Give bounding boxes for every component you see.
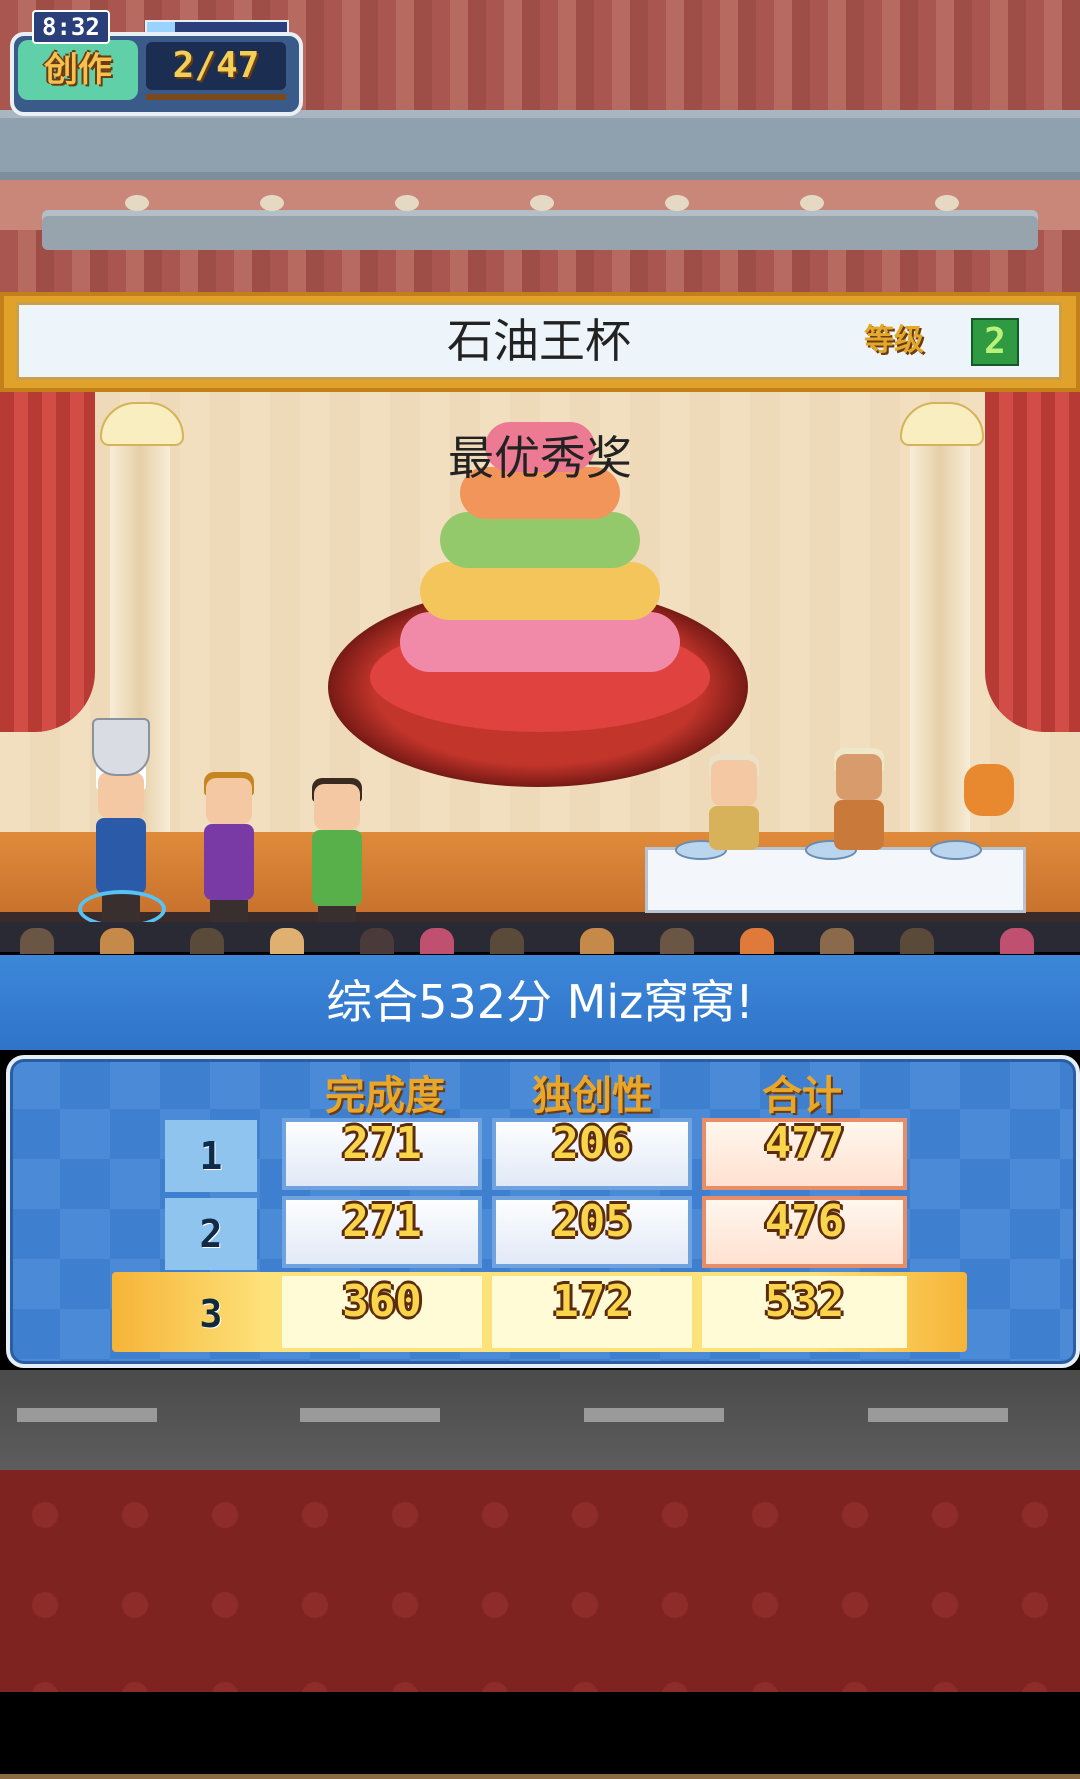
contest-banner: 石油王杯 等级 2 (0, 292, 1080, 392)
audience-head (740, 928, 774, 954)
ceiling-light-icon (935, 195, 959, 211)
audience-head (820, 928, 854, 954)
audience-head (420, 928, 454, 954)
result-summary: 综合532分 Miz窝窝! (326, 975, 754, 1029)
score-total: 476 (702, 1196, 907, 1268)
dish-tier-yellow (420, 562, 660, 620)
award-stage: 最优秀奖 (0, 392, 1080, 937)
rank-badge: 1 (165, 1120, 257, 1192)
score-completion: 271 (282, 1196, 482, 1268)
game-clock: 8:32 (32, 10, 110, 44)
judge-character (830, 748, 888, 850)
ceiling-light-icon (125, 195, 149, 211)
audience-head (270, 928, 304, 954)
road-strip (0, 1370, 1080, 1470)
result-header: 综合532分 Miz窝窝! (0, 955, 1080, 1050)
road-marking (584, 1408, 724, 1422)
plate-icon (930, 840, 982, 860)
dish-tier-pink (400, 612, 680, 672)
contest-banner-inner: 石油王杯 等级 2 (16, 302, 1062, 380)
ceiling-rail (42, 210, 1038, 250)
road-marking (300, 1408, 440, 1422)
carpet-floor (0, 1470, 1080, 1692)
audience-head (190, 928, 224, 954)
rank-badge-winner: 3 (199, 1292, 223, 1336)
top-hud[interactable]: 创作 2/47 8:32 (10, 8, 303, 116)
mascot-judge (958, 764, 1016, 824)
ceiling-beam (0, 110, 1080, 180)
ceiling-light-icon (260, 195, 284, 211)
award-title: 最优秀奖 (448, 431, 632, 485)
grade-label: 等级 (864, 323, 924, 358)
judge-character (705, 754, 763, 850)
ceiling-light-icon (530, 195, 554, 211)
header-originality: 独创性 (532, 1073, 652, 1119)
chef-character[interactable] (200, 772, 258, 928)
chef-character[interactable] (308, 778, 366, 934)
bottom-border (0, 1774, 1080, 1779)
progress-count: 2/47 (146, 42, 286, 90)
audience-head (100, 928, 134, 954)
ceiling-light-icon (665, 195, 689, 211)
header-total: 合计 (762, 1073, 842, 1119)
audience-head (900, 928, 934, 954)
rank-badge: 2 (165, 1198, 257, 1270)
progress-underline (146, 94, 286, 100)
hud-panel: 创作 2/47 (10, 32, 303, 116)
score-originality: 205 (492, 1196, 692, 1268)
score-originality: 172 (492, 1276, 692, 1348)
trophy-icon (92, 718, 150, 776)
score-completion: 360 (282, 1276, 482, 1348)
audience-head (490, 928, 524, 954)
audience-head (1000, 928, 1034, 954)
dish-tier-green (440, 512, 640, 568)
audience-head (20, 928, 54, 954)
mode-label: 创作 (18, 40, 138, 100)
audience-head (580, 928, 614, 954)
audience-row (0, 922, 1080, 954)
clock-progress-bar (145, 20, 289, 34)
grade-value: 2 (971, 318, 1019, 366)
road-marking (17, 1408, 157, 1422)
ceiling-light-icon (800, 195, 824, 211)
score-originality: 206 (492, 1118, 692, 1190)
score-completion: 271 (282, 1118, 482, 1190)
audience-head (660, 928, 694, 954)
bottom-letterbox (0, 1692, 1080, 1779)
road-marking (868, 1408, 1008, 1422)
audience-head (360, 928, 394, 954)
game-screen: { "hud": { "clock": "8:32", "clock_progr… (0, 0, 1080, 1779)
header-completion: 完成度 (325, 1073, 445, 1119)
score-total: 477 (702, 1118, 907, 1190)
clock-progress-fill (147, 22, 175, 32)
ceiling-light-icon (395, 195, 419, 211)
score-total: 532 (702, 1276, 907, 1348)
